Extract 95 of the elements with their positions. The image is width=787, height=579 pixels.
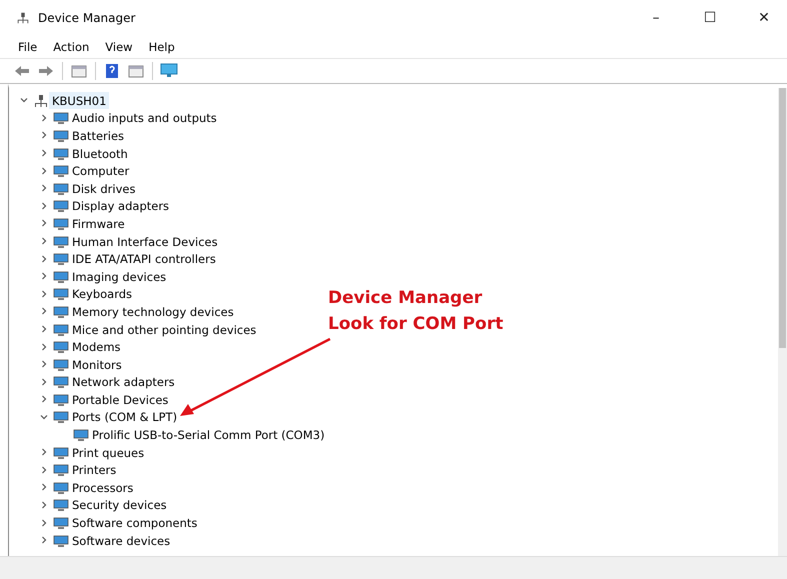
menu-item[interactable]: Action [47,38,96,56]
device-icon [53,340,69,354]
annotation-text: Device Manager [328,287,484,310]
chevron-right-icon[interactable] [40,272,48,280]
chevron-right-icon[interactable] [40,166,48,175]
device-icon [53,358,69,372]
app-icon [16,11,30,25]
chevron-right-icon[interactable] [40,325,48,334]
chevron-right-icon[interactable] [40,254,48,263]
tree-item[interactable]: Bluetooth [69,145,131,162]
computer-network-icon [33,94,49,108]
device-icon [53,199,69,214]
menu-item[interactable]: View [99,38,139,56]
device-icon [53,252,69,266]
tree-item[interactable]: Monitors [69,356,125,374]
device-icon [53,234,69,249]
device-icon [53,446,69,460]
tree-item[interactable]: IDE ATA/ATAPI controllers [69,250,219,268]
tree-item[interactable]: Network adapters [69,374,178,391]
tree-item[interactable]: Computer [69,162,132,180]
tree-item[interactable]: Portable Devices [69,391,172,408]
tree-item[interactable]: Print queues [69,444,148,462]
minimize-button[interactable]: – [633,0,679,36]
tree-item[interactable]: Batteries [69,127,128,144]
chevron-right-icon[interactable] [40,290,48,298]
chevron-right-icon[interactable] [40,114,48,122]
device-icon [53,146,69,161]
chevron-right-icon[interactable] [40,131,48,140]
tree-item[interactable]: Display adapters [69,198,172,215]
tree-item[interactable]: Disk drives [69,180,138,198]
scrollbar[interactable] [778,88,787,556]
maximize-button[interactable]: ☐ [687,0,733,36]
tree-item[interactable]: Human Interface Devices [69,233,221,250]
device-icon [53,516,69,530]
device-icon [53,463,69,478]
forward-arrow-icon[interactable] [38,64,54,78]
chevron-right-icon[interactable] [40,483,48,492]
chevron-right-icon[interactable] [40,307,48,316]
chevron-right-icon[interactable] [40,500,48,509]
chevron-right-icon[interactable] [40,342,48,351]
menu-item[interactable]: Help [142,38,181,56]
tree-item[interactable]: Audio inputs and outputs [69,110,220,127]
chevron-right-icon[interactable] [40,466,48,474]
close-button[interactable]: ✕ [741,0,787,36]
annotation-text: Look for COM Port [328,313,504,336]
chevron-right-icon[interactable] [40,448,48,456]
device-icon [53,270,69,284]
window-panel-icon[interactable] [128,64,144,78]
device-icon [53,164,69,178]
chevron-right-icon[interactable] [40,360,48,368]
back-arrow-icon[interactable] [14,64,30,78]
window-panel-icon[interactable] [71,64,87,78]
device-icon [53,480,69,495]
chevron-right-icon[interactable] [40,378,48,386]
chevron-right-icon[interactable] [40,518,48,527]
chevron-down-icon[interactable] [40,412,48,421]
device-icon [53,128,69,143]
tree-item[interactable]: Keyboards [69,286,136,303]
device-icon [53,182,69,196]
chevron-right-icon[interactable] [40,536,48,544]
tree-item[interactable]: Prolific USB-to-Serial Comm Port (COM3) [89,426,328,444]
device-icon [53,375,69,390]
tree-item[interactable]: Ports (COM & LPT) [69,408,180,426]
chevron-down-icon[interactable] [20,96,28,104]
device-icon [53,392,69,407]
tree-item[interactable]: Modems [69,338,124,356]
device-icon [73,428,89,442]
menu-item[interactable]: File [12,38,44,56]
device-icon [53,410,69,424]
window-title: Device Manager [38,11,136,25]
help-icon[interactable] [105,63,119,79]
chevron-right-icon[interactable] [40,219,48,228]
tree-item[interactable]: Mice and other pointing devices [69,321,260,338]
tree-item[interactable]: Software devices [69,532,174,550]
tree-item[interactable]: Security devices [69,496,170,514]
tree-item[interactable]: Printers [69,462,120,479]
chevron-right-icon[interactable] [40,184,48,192]
device-icon [53,322,69,337]
device-icon [53,216,69,231]
device-icon [53,498,69,512]
chevron-right-icon[interactable] [40,149,48,158]
tree-item[interactable]: Memory technology devices [69,303,237,320]
device-icon [53,304,69,319]
chevron-right-icon[interactable] [40,202,48,210]
device-icon [53,111,69,126]
tree-item[interactable]: Software components [69,514,200,532]
tree-item[interactable]: KBUSH01 [49,92,110,110]
chevron-right-icon[interactable] [40,395,48,404]
device-icon [53,287,69,302]
tree-item[interactable]: Imaging devices [69,268,170,286]
device-icon [53,534,69,548]
tree-item[interactable]: Firmware [69,215,128,232]
monitor-icon[interactable] [160,63,178,79]
chevron-right-icon[interactable] [40,237,48,246]
tree-item[interactable]: Processors [69,479,136,496]
